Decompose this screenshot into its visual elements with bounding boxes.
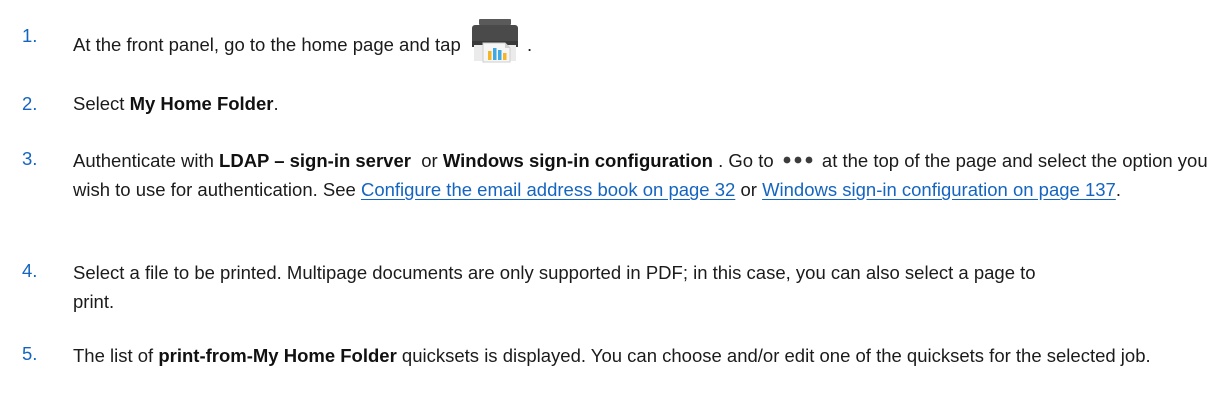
step-number: 3. xyxy=(22,148,38,169)
step-number: 5. xyxy=(22,343,38,364)
step-text: Authenticate with LDAP – sign-in server … xyxy=(73,146,1208,204)
step-1-period: . xyxy=(527,33,533,55)
windows-sign-in-label: Windows sign-in configuration xyxy=(442,150,713,171)
step-3-prefix: Authenticate with xyxy=(73,150,220,171)
windows-sign-in-configuration-link[interactable]: Windows sign-in configuration on page 13… xyxy=(762,179,1116,200)
step-4-text: Select a file to be printed. Multipage d… xyxy=(73,262,1036,312)
step-3-or: or xyxy=(410,150,443,171)
step-number: 4. xyxy=(22,260,38,281)
step-3-goto: . Go to xyxy=(712,150,774,171)
step-3-or-2: or xyxy=(735,179,763,200)
step-number: 2. xyxy=(22,93,38,114)
step-5-suffix: quicksets is displayed. You can choose a… xyxy=(396,345,1151,366)
step-text: Select a file to be printed. Multipage d… xyxy=(73,258,1073,316)
step-3-period: . xyxy=(1115,179,1121,200)
step-number: 1. xyxy=(22,25,38,46)
step-2-suffix: . xyxy=(273,93,279,114)
step-text: At the front panel, go to the home page … xyxy=(73,19,1208,69)
my-home-folder-label: My Home Folder xyxy=(129,93,274,114)
more-options-icon xyxy=(783,156,813,164)
printer-icon xyxy=(471,19,518,63)
step-text: The list of print-from-My Home Folder qu… xyxy=(73,341,1203,370)
configure-email-address-book-link[interactable]: Configure the email address book on page… xyxy=(361,179,735,200)
step-text: Select My Home Folder. xyxy=(73,91,1208,116)
print-from-my-home-folder-label: print-from-My Home Folder xyxy=(158,345,397,366)
step-5-prefix: The list of xyxy=(73,345,159,366)
step-2-prefix: Select xyxy=(73,93,130,114)
ldap-sign-in-label: LDAP – sign-in server xyxy=(219,150,411,171)
procedure-steps: 1. At the front panel, go to the home pa… xyxy=(0,0,1222,420)
step-1-text: At the front panel, go to the home page … xyxy=(73,33,461,55)
